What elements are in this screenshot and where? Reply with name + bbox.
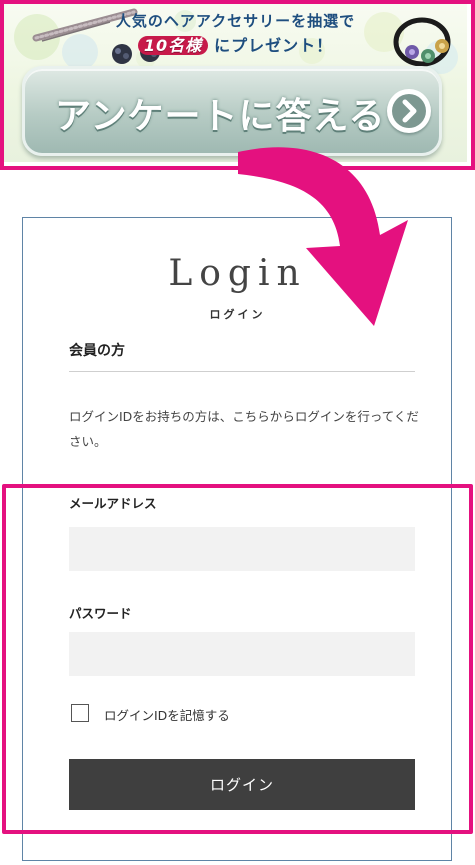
email-label: メールアドレス	[69, 496, 157, 511]
chevron-right-circle-icon	[387, 89, 431, 133]
login-title: Login	[168, 253, 307, 294]
password-field[interactable]	[69, 632, 415, 676]
banner-headline: 人気のヘアアクセサリーを抽選で	[115, 12, 356, 30]
login-description: ログインIDをお持ちの方は、こちらからログインを行ってください。	[69, 409, 419, 449]
login-subtitle: ログイン	[209, 308, 266, 321]
section-divider	[69, 371, 415, 372]
banner-subheadline-text: にプレゼント！	[214, 36, 334, 55]
prize-count-badge: 10名様	[137, 36, 209, 55]
remember-login-id-checkbox[interactable]	[71, 704, 89, 722]
banner-subheadline: 10名様 にプレゼント！	[4, 32, 467, 56]
remember-login-id-label[interactable]: ログインIDを記憶する	[104, 705, 230, 724]
password-label: パスワード	[69, 606, 132, 621]
email-field[interactable]	[69, 527, 415, 571]
login-button[interactable]: ログイン	[69, 759, 415, 810]
member-section-heading: 会員の方	[69, 343, 125, 359]
